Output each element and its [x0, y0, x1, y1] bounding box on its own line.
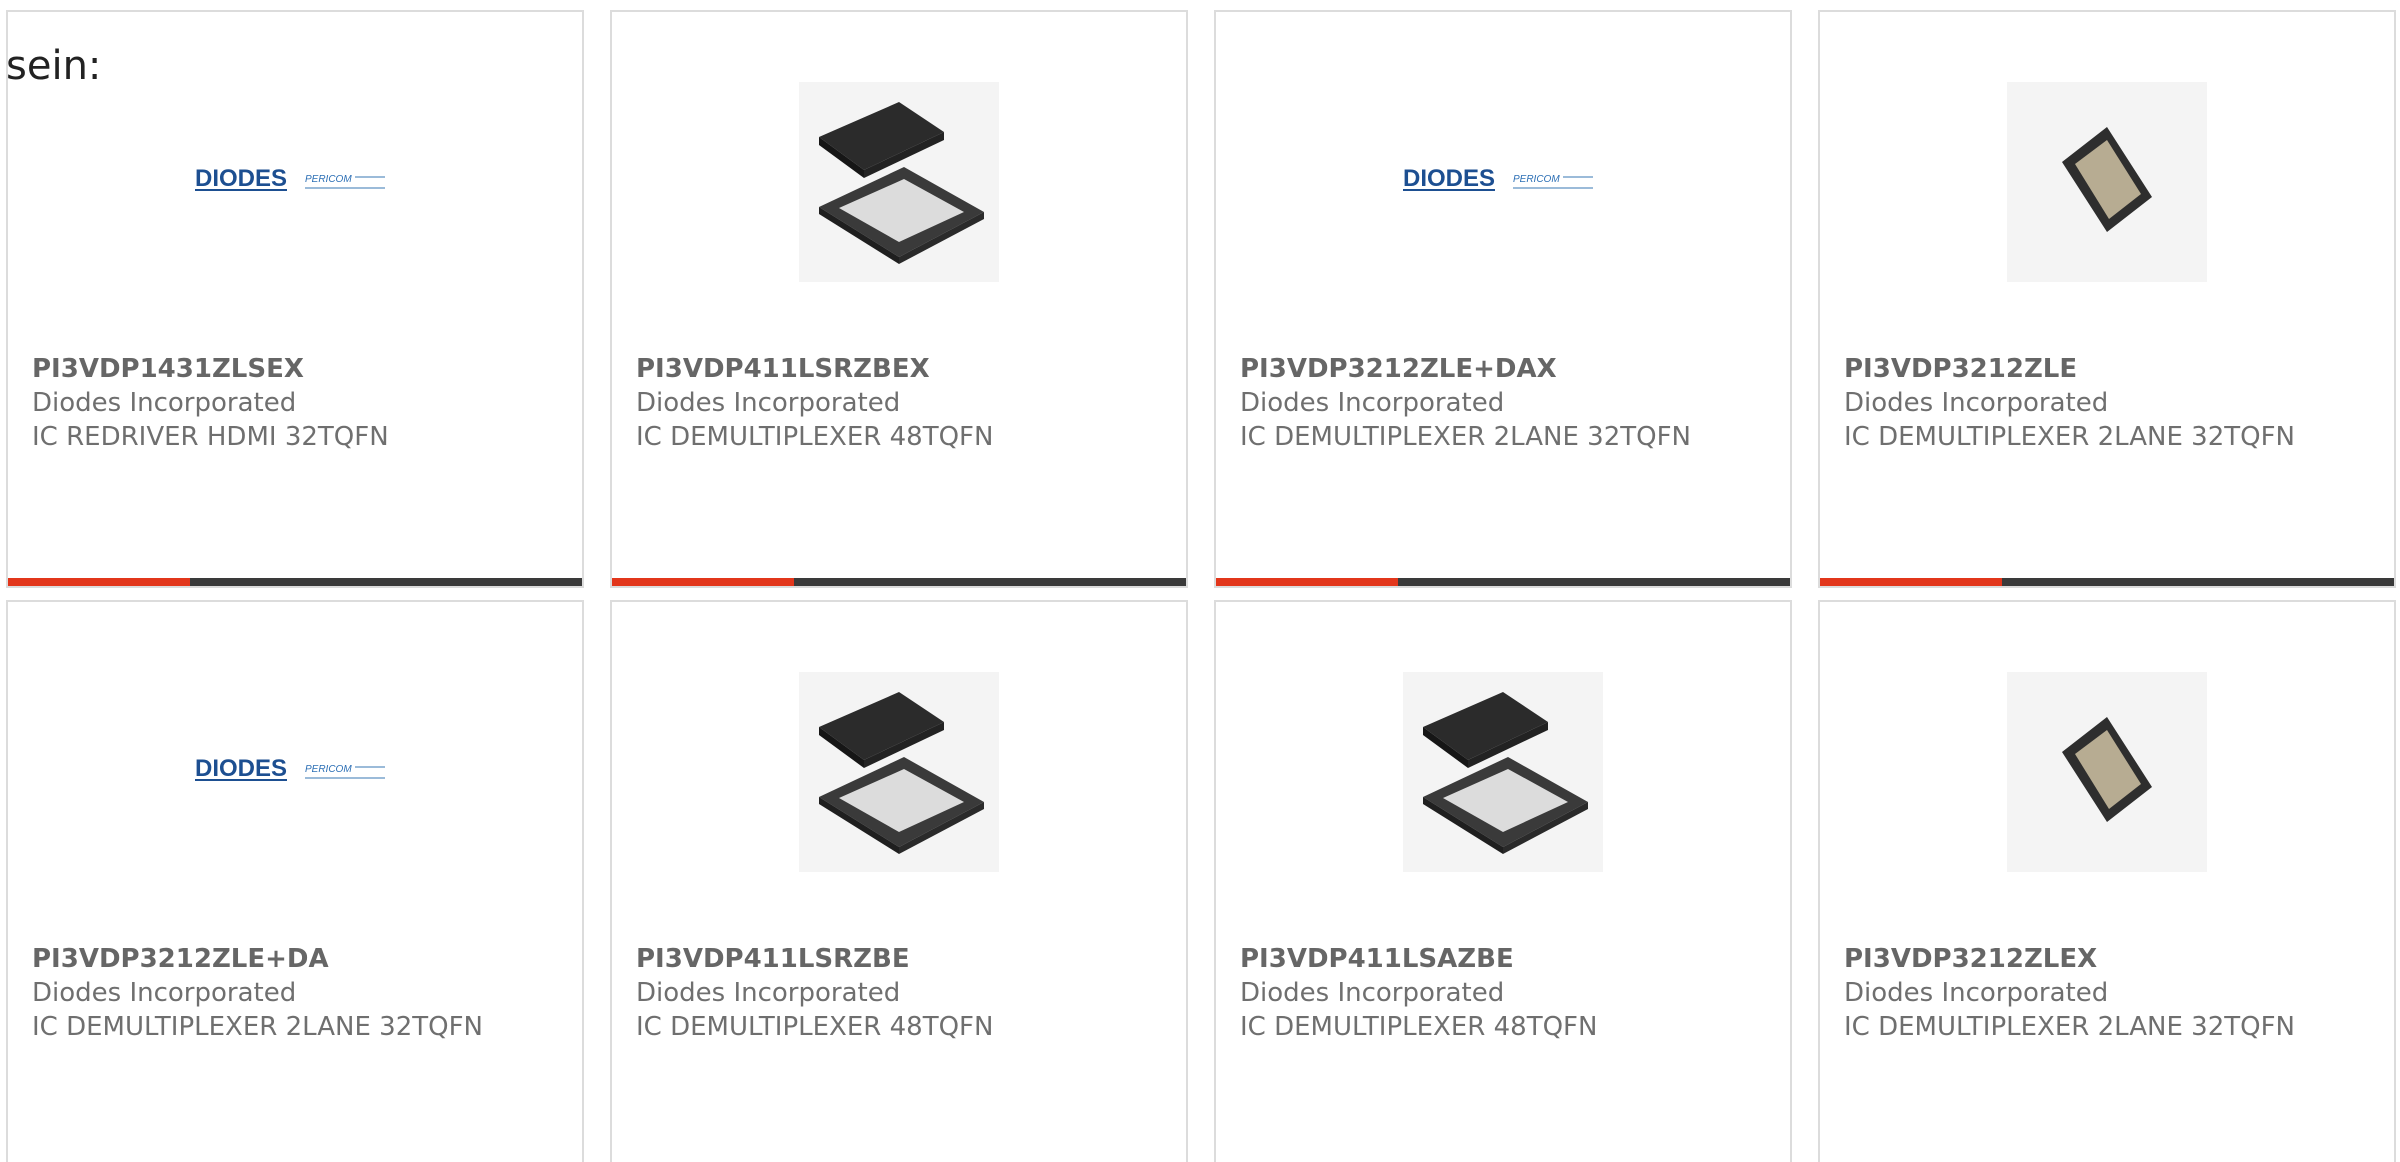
product-image[interactable]: DIODES PERICOM — [1403, 82, 1603, 282]
svg-text:PERICOM: PERICOM — [1513, 174, 1560, 185]
card-accent-bar — [612, 578, 794, 586]
card-accent-bar — [1820, 578, 2002, 586]
diodes-pericom-logo-icon: DIODES PERICOM — [195, 165, 385, 192]
description: IC DEMULTIPLEXER 2LANE 32TQFN — [1844, 1012, 2296, 1042]
part-number[interactable]: PI3VDP1431ZLSEX — [32, 352, 562, 386]
description: IC DEMULTIPLEXER 2LANE 32TQFN — [32, 1012, 484, 1042]
product-card[interactable]: PI3VDP3212ZLEX Diodes Incorporated IC DE… — [1818, 600, 2396, 1162]
product-image[interactable] — [1403, 672, 1603, 872]
tqfn32-chip-icon — [2007, 672, 2207, 872]
qfn48-chip-icon — [1403, 672, 1603, 872]
diodes-pericom-logo-icon: DIODES PERICOM — [195, 755, 385, 782]
tqfn32-chip-icon — [2007, 82, 2207, 282]
product-card[interactable]: PI3VDP411LSRZBEX Diodes Incorporated IC … — [610, 10, 1188, 588]
part-number[interactable]: PI3VDP3212ZLE — [1844, 352, 2374, 386]
manufacturer: Diodes Incorporated — [636, 978, 901, 1008]
product-info: PI3VDP3212ZLE+DAX Diodes Incorporated IC… — [1240, 352, 1770, 454]
product-image[interactable] — [2007, 672, 2207, 872]
card-footer-bar — [1820, 578, 2394, 586]
manufacturer: Diodes Incorporated — [1240, 388, 1505, 418]
product-image[interactable]: DIODES PERICOM — [195, 82, 395, 282]
description: IC DEMULTIPLEXER 48TQFN — [1240, 1012, 1598, 1042]
manufacturer: Diodes Incorporated — [1844, 978, 2109, 1008]
product-card[interactable]: PI3VDP3212ZLE Diodes Incorporated IC DEM… — [1818, 10, 2396, 588]
diodes-pericom-logo-icon: DIODES PERICOM — [1403, 165, 1593, 192]
product-card[interactable]: DIODES PERICOM PI3VDP3212ZLE+DAX Diodes … — [1214, 10, 1792, 588]
qfn48-chip-icon — [799, 672, 999, 872]
card-accent-bar — [1216, 578, 1398, 586]
product-info: PI3VDP411LSRZBEX Diodes Incorporated IC … — [636, 352, 1166, 454]
product-image[interactable] — [799, 672, 999, 872]
intro-text: sein: — [6, 43, 102, 89]
manufacturer: Diodes Incorporated — [636, 388, 901, 418]
product-card[interactable]: DIODES PERICOM PI3VDP3212ZLE+DA Diodes I… — [6, 600, 584, 1162]
product-image[interactable] — [799, 82, 999, 282]
card-footer-bar — [1216, 578, 1790, 586]
manufacturer: Diodes Incorporated — [1844, 388, 2109, 418]
manufacturer: Diodes Incorporated — [1240, 978, 1505, 1008]
part-number[interactable]: PI3VDP411LSRZBEX — [636, 352, 1166, 386]
product-info: PI3VDP3212ZLE Diodes Incorporated IC DEM… — [1844, 352, 2374, 454]
description: IC DEMULTIPLEXER 48TQFN — [636, 422, 994, 452]
product-card[interactable]: PI3VDP411LSAZBE Diodes Incorporated IC D… — [1214, 600, 1792, 1162]
manufacturer: Diodes Incorporated — [32, 388, 297, 418]
product-info: PI3VDP1431ZLSEX Diodes Incorporated IC R… — [32, 352, 562, 454]
svg-text:DIODES: DIODES — [1403, 165, 1495, 192]
product-image[interactable] — [2007, 82, 2207, 282]
part-number[interactable]: PI3VDP3212ZLE+DA — [32, 942, 562, 976]
product-info: PI3VDP411LSRZBE Diodes Incorporated IC D… — [636, 942, 1166, 1044]
description: IC DEMULTIPLEXER 2LANE 32TQFN — [1844, 422, 2296, 452]
part-number[interactable]: PI3VDP3212ZLEX — [1844, 942, 2374, 976]
part-number[interactable]: PI3VDP3212ZLE+DAX — [1240, 352, 1770, 386]
card-footer-bar — [8, 578, 582, 586]
product-info: PI3VDP411LSAZBE Diodes Incorporated IC D… — [1240, 942, 1770, 1044]
product-image[interactable]: DIODES PERICOM — [195, 672, 395, 872]
description: IC DEMULTIPLEXER 2LANE 32TQFN — [1240, 422, 1692, 452]
product-card[interactable]: DIODES PERICOM PI3VDP1431ZLSEX Diodes In… — [6, 10, 584, 588]
manufacturer: Diodes Incorporated — [32, 978, 297, 1008]
svg-text:PERICOM: PERICOM — [305, 764, 352, 775]
product-info: PI3VDP3212ZLE+DA Diodes Incorporated IC … — [32, 942, 562, 1044]
svg-text:PERICOM: PERICOM — [305, 174, 352, 185]
part-number[interactable]: PI3VDP411LSAZBE — [1240, 942, 1770, 976]
qfn48-chip-icon — [799, 82, 999, 282]
product-grid-page: sein: DIODES PERICOM PI3VDP1431ZLSEX Dio… — [0, 0, 2400, 1162]
product-info: PI3VDP3212ZLEX Diodes Incorporated IC DE… — [1844, 942, 2374, 1044]
svg-text:DIODES: DIODES — [195, 165, 287, 192]
description: IC REDRIVER HDMI 32TQFN — [32, 422, 389, 452]
card-footer-bar — [612, 578, 1186, 586]
description: IC DEMULTIPLEXER 48TQFN — [636, 1012, 994, 1042]
svg-text:DIODES: DIODES — [195, 755, 287, 782]
part-number[interactable]: PI3VDP411LSRZBE — [636, 942, 1166, 976]
product-card[interactable]: PI3VDP411LSRZBE Diodes Incorporated IC D… — [610, 600, 1188, 1162]
card-accent-bar — [8, 578, 190, 586]
